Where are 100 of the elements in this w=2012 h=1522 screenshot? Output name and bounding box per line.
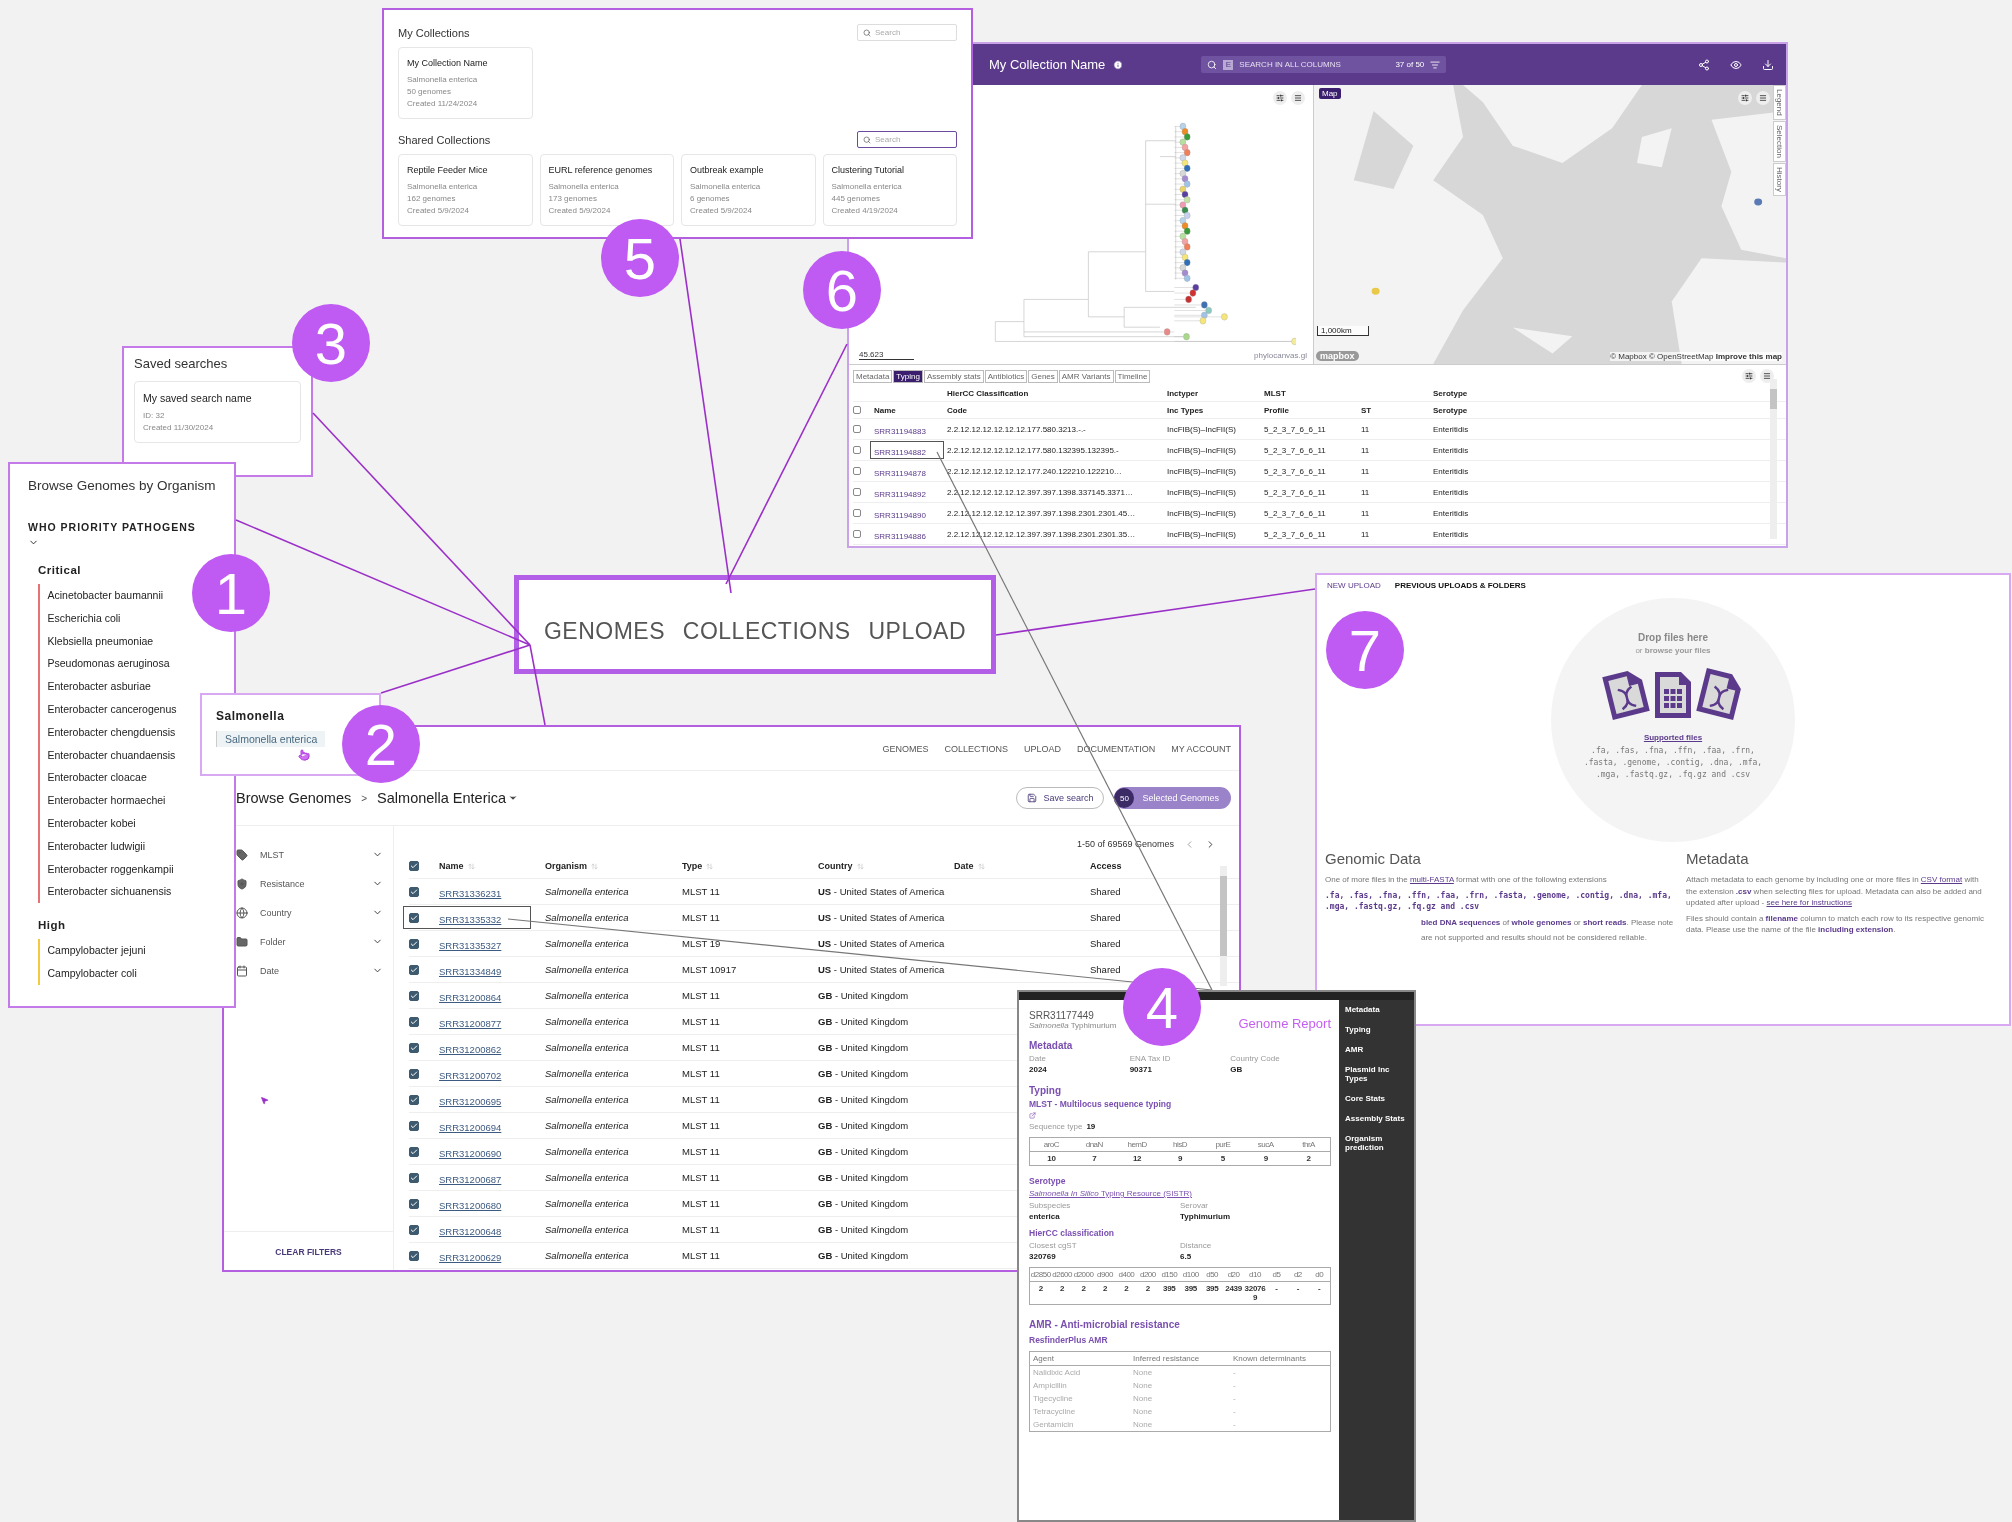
organism-link[interactable]: Campylobacter coli (47, 961, 146, 985)
section-link[interactable]: Metadata (1345, 1005, 1408, 1014)
section-link[interactable]: Assembly Stats (1345, 1114, 1408, 1123)
filter-item[interactable]: Folder (236, 927, 383, 956)
tab[interactable]: Genes (1028, 370, 1058, 383)
tab[interactable]: Antibiotics (984, 370, 1028, 383)
organism-link[interactable]: Enterobacter kobei (47, 811, 177, 835)
side-tab[interactable]: Legend (1773, 85, 1786, 120)
genome-link[interactable]: SRR31335332 (439, 913, 502, 925)
tab[interactable]: Timeline (1114, 370, 1151, 383)
collection-card[interactable]: Reptile Feeder Mice Salmonella enterica 162 genomes Created 5/9/2024 (398, 154, 533, 226)
organism-link[interactable]: Enterobacter cloacae (47, 766, 177, 790)
section-link[interactable]: Plasmid Inc Types (1345, 1065, 1408, 1083)
organism-link[interactable]: Enterobacter sichuanensis (47, 880, 177, 904)
organism-link[interactable]: Pseudomonas aeruginosa (47, 652, 177, 676)
search-input[interactable]: Search (875, 135, 937, 144)
breadcrumb-link[interactable]: Browse Genomes (236, 790, 352, 806)
column-header[interactable]: Name (439, 861, 545, 871)
organism-link[interactable]: Enterobacter cancerogenus (47, 698, 177, 721)
column-header[interactable]: Code (947, 405, 1167, 415)
genome-link[interactable]: SRR31200694 (439, 1121, 502, 1133)
section-link[interactable]: Typing (1345, 1025, 1408, 1034)
column-header[interactable]: Organism (545, 861, 682, 871)
organism-link[interactable]: Enterobacter hormaechei (47, 789, 177, 812)
column-header[interactable]: Type (682, 861, 818, 871)
link[interactable]: multi-FASTA (1409, 875, 1454, 884)
organism-link[interactable]: Acinetobacter baumannii (47, 584, 177, 607)
filter-item[interactable]: Resistance (236, 869, 383, 898)
group-heading[interactable]: WHO PRIORITY PATHOGENS (28, 521, 222, 533)
collection-card[interactable]: My Collection Name Salmonella enterica 50 genomes Created 11/24/2024 (398, 47, 533, 119)
nav-link[interactable]: UPLOAD (868, 604, 967, 645)
collection-card[interactable]: EURL reference genomes Salmonella enterica 173 genomes Created 5/9/2024 (539, 154, 674, 226)
selected-genomes-button[interactable]: 50 Selected Genomes (1114, 787, 1231, 809)
organism-link[interactable]: Enterobacter ludwigii (47, 834, 177, 858)
genome-link[interactable]: SRR31335327 (439, 939, 502, 951)
genome-link[interactable]: SRR31194892 (874, 490, 926, 499)
filter-item[interactable]: MLST (236, 840, 383, 869)
genome-link[interactable]: SRR31200695 (439, 1095, 502, 1107)
genome-link[interactable]: SRR31200862 (439, 1043, 502, 1055)
column-header[interactable]: Name (874, 405, 947, 415)
nav-link[interactable]: GENOMES (543, 604, 665, 645)
search-input[interactable]: Search (875, 28, 937, 37)
genome-link[interactable]: SRR31194886 (874, 532, 926, 541)
file-drop-zone[interactable]: Drop files here or browse your files Supported files .fa, .fas, .fna, .ffn, .faa, .frn, .fasta, .genome, .contig, .dna, .mfa, .mga, .fastq.gz, .fq.gz and .csv (1551, 598, 1795, 842)
organism-link[interactable]: Klebsiella pneumoniae (47, 629, 177, 653)
section-link[interactable]: AMR (1345, 1045, 1408, 1054)
column-header[interactable]: Date (954, 861, 1090, 871)
tab[interactable]: Assembly stats (923, 370, 984, 383)
organism-link[interactable]: Campylobacter jejuni (47, 939, 146, 962)
genome-link[interactable]: SRR31194878 (874, 469, 926, 478)
column-header[interactable]: Inc Types (1167, 405, 1264, 415)
genome-link[interactable]: SRR31334849 (439, 965, 502, 977)
tab[interactable]: Metadata (853, 370, 893, 383)
nav-link[interactable]: UPLOAD (1023, 743, 1061, 754)
organism-link[interactable]: Enterobacter chuandaensis (47, 743, 177, 767)
side-tab[interactable]: Selection (1773, 120, 1786, 162)
nav-link[interactable]: COLLECTIONS (944, 743, 1008, 754)
nav-link[interactable]: GENOMES (882, 743, 929, 754)
collection-card[interactable]: Outbreak example Salmonella enterica 6 genomes Created 5/9/2024 (681, 154, 816, 226)
column-header[interactable]: Serotype (1433, 405, 1533, 415)
genome-link[interactable]: SRR31194890 (874, 511, 926, 520)
search-field[interactable]: Search (857, 131, 957, 148)
organism-dropdown[interactable]: Salmonella Enterica (377, 790, 519, 806)
side-tab[interactable]: History (1773, 162, 1786, 196)
species-link[interactable]: Salmonella enterica (216, 731, 326, 747)
genome-link[interactable]: SRR31194882 (874, 448, 926, 457)
genome-link[interactable]: SRR31200864 (439, 991, 502, 1003)
genome-link[interactable]: SRR31200687 (439, 1173, 502, 1185)
organism-link[interactable]: Enterobacter asburiae (47, 675, 177, 698)
saved-search-card[interactable]: My saved search name ID: 32 Created 11/30/2024 (134, 381, 301, 443)
search-input[interactable]: SEARCH IN ALL COLUMNS (1239, 60, 1390, 69)
link[interactable]: see here for instructions (1766, 898, 1852, 908)
genome-link[interactable]: SRR31200648 (439, 1225, 502, 1237)
clear-filters-button[interactable]: CLEAR FILTERS (224, 1231, 393, 1270)
column-header[interactable]: Profile (1264, 405, 1361, 415)
column-header[interactable]: Access (1090, 861, 1190, 871)
collection-card[interactable]: Clustering Tutorial Salmonella enterica 445 genomes Created 4/19/2024 (822, 154, 957, 226)
genome-link[interactable]: SRR31200680 (439, 1199, 502, 1211)
genome-link[interactable]: SRR31336231 (439, 887, 502, 899)
nav-link[interactable]: COLLECTIONS (682, 604, 851, 645)
link[interactable]: CSV format (1920, 875, 1963, 884)
genome-link[interactable]: SRR31194883 (874, 427, 926, 436)
genome-link[interactable]: SRR31200702 (439, 1069, 502, 1081)
column-header[interactable]: ST (1361, 405, 1433, 415)
supported-files-link[interactable]: Supported files (1643, 733, 1703, 742)
organism-link[interactable]: Enterobacter roggenkampii (47, 857, 177, 881)
filter-item[interactable]: Country (236, 898, 383, 927)
genome-link[interactable]: SRR31200690 (439, 1147, 502, 1159)
organism-link[interactable]: Escherichia coli (47, 606, 177, 630)
nav-link[interactable]: MY ACCOUNT (1171, 743, 1231, 754)
organism-link[interactable]: Enterobacter chengduensis (47, 720, 177, 744)
search-field[interactable]: E SEARCH IN ALL COLUMNS 37 of 50 (1201, 56, 1447, 73)
nav-link[interactable]: DOCUMENTATION (1077, 743, 1156, 754)
link[interactable]: Salmonella In Silico Typing Resource (SISTR) (1029, 1189, 1331, 1198)
genome-link[interactable]: SRR31200629 (439, 1251, 502, 1263)
section-link[interactable]: Core Stats (1345, 1094, 1408, 1103)
tab[interactable]: PREVIOUS UPLOADS & FOLDERS (1394, 581, 1526, 590)
save-search-button[interactable]: Save search (1016, 787, 1105, 809)
tab[interactable]: NEW UPLOAD (1327, 581, 1381, 590)
tab[interactable]: AMR Variants (1058, 370, 1114, 383)
